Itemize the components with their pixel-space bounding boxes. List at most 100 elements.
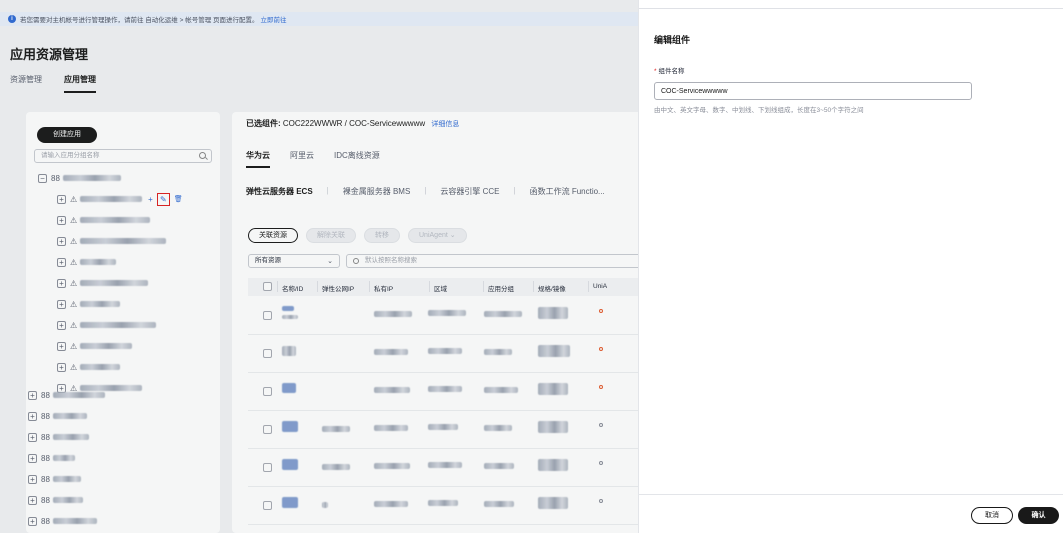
resource-name-link[interactable] <box>282 383 296 393</box>
tab-cce[interactable]: 云容器引擎 CCE <box>440 186 499 197</box>
expand-icon[interactable]: + <box>57 320 66 330</box>
divider: | <box>513 186 516 195</box>
expand-icon[interactable]: + <box>57 278 66 288</box>
expand-icon[interactable]: + <box>57 362 66 372</box>
service-tabs: 弹性云服务器 ECS | 裸金属服务器 BMS | 云容器引擎 CCE | 函数… <box>246 186 605 197</box>
expand-icon[interactable]: + <box>57 194 66 204</box>
table-row[interactable] <box>248 336 638 373</box>
tree-node-app[interactable]: + ⚠ <box>57 276 149 290</box>
component-name-input[interactable] <box>654 82 972 100</box>
tab-aliyun[interactable]: 阿里云 <box>290 150 314 161</box>
expand-icon[interactable]: + <box>28 495 37 505</box>
tab-functiongraph[interactable]: 函数工作流 Functio... <box>530 186 605 197</box>
expand-icon[interactable]: + <box>57 215 66 225</box>
tab-idc-offline[interactable]: IDC离线资源 <box>334 150 380 161</box>
node-label-redacted <box>80 343 133 349</box>
table-row[interactable] <box>248 298 638 335</box>
notice-link[interactable]: 立即前往 <box>261 14 287 24</box>
app-icon: ⚠ <box>70 341 78 351</box>
tree-node-app[interactable]: + ⚠ <box>57 339 133 353</box>
node-label-redacted <box>80 196 143 202</box>
node-label-redacted <box>80 322 157 328</box>
node-label-redacted <box>62 175 121 181</box>
group-icon: 88 <box>41 390 50 400</box>
detail-link[interactable]: 详细信息 <box>431 121 459 128</box>
expand-icon[interactable]: + <box>57 299 66 309</box>
expand-icon[interactable]: + <box>28 453 37 463</box>
resource-search-input[interactable]: 默认按照名称搜索 <box>346 254 638 268</box>
transfer-button[interactable]: 转移 <box>364 228 400 243</box>
delete-icon[interactable]: 🗑 <box>174 195 183 203</box>
expand-icon[interactable]: + <box>28 432 37 442</box>
group-icon: 88 <box>41 474 50 484</box>
app-group-search-input[interactable]: 请输入应用分组名称 <box>34 149 212 163</box>
tree-node-group[interactable]: + 88 <box>28 493 83 507</box>
expand-icon[interactable]: + <box>57 341 66 351</box>
confirm-button[interactable]: 确认 <box>1018 507 1059 524</box>
disassociate-button[interactable]: 解除关联 <box>306 228 356 243</box>
edit-icon[interactable]: ✎ <box>156 192 170 206</box>
row-checkbox[interactable] <box>263 387 272 396</box>
notice-banner: i 若您需要对主机帐号进行管理操作，请前往 自动化运维 > 帐号管理 页面进行配… <box>0 12 638 26</box>
private-ip-redacted <box>374 387 410 393</box>
row-checkbox[interactable] <box>263 501 272 510</box>
create-app-button[interactable]: 创建应用 <box>37 127 97 143</box>
expand-icon[interactable]: + <box>57 257 66 267</box>
tree-node-group[interactable]: + 88 <box>28 451 75 465</box>
tab-app-management[interactable]: 应用管理 <box>64 74 96 93</box>
tree-node-group[interactable]: − 88 <box>38 171 121 185</box>
tree-node-group[interactable]: + 88 <box>28 472 81 486</box>
tab-resource-management[interactable]: 资源管理 <box>10 74 42 85</box>
table-row[interactable] <box>248 488 638 525</box>
collapse-icon[interactable]: − <box>38 173 47 183</box>
table-row[interactable] <box>248 374 638 411</box>
tab-ecs[interactable]: 弹性云服务器 ECS <box>246 186 313 197</box>
tree-node-group[interactable]: + 88 <box>28 409 87 423</box>
resource-name-link[interactable] <box>282 306 294 311</box>
field-label-text: 组件名称 <box>658 68 685 75</box>
tree-node-group[interactable]: + 88 <box>28 388 105 402</box>
uniagent-dropdown[interactable]: UniAgent ⌄ <box>408 228 467 243</box>
expand-icon[interactable]: + <box>57 236 66 246</box>
row-checkbox[interactable] <box>263 463 272 472</box>
group-icon: 88 <box>41 495 50 505</box>
resource-id-redacted <box>282 315 298 319</box>
col-uniagent: UniA <box>587 281 608 292</box>
tab-bms[interactable]: 裸金属服务器 BMS <box>343 186 411 197</box>
select-all-checkbox[interactable] <box>263 282 272 291</box>
add-icon[interactable]: + <box>148 195 153 204</box>
tree-node-group[interactable]: + 88 <box>28 430 89 444</box>
tree-node-app[interactable]: + ⚠ <box>57 360 121 374</box>
resource-filter-select[interactable]: 所有资源 ⌄ <box>248 254 340 268</box>
expand-icon[interactable]: + <box>28 474 37 484</box>
resource-name-link[interactable] <box>282 346 296 356</box>
table-row[interactable] <box>248 412 638 449</box>
row-actions: + ✎ 🗑 <box>148 192 183 206</box>
table-row[interactable] <box>248 450 638 487</box>
required-mark: * <box>654 68 657 75</box>
expand-icon[interactable]: + <box>28 516 37 526</box>
row-checkbox[interactable] <box>263 311 272 320</box>
tree-node-app[interactable]: + ⚠ <box>57 213 151 227</box>
node-label-redacted <box>80 259 117 265</box>
tree-node-app[interactable]: + ⚠ <box>57 234 167 248</box>
associate-resource-button[interactable]: 关联资源 <box>248 228 298 243</box>
expand-icon[interactable]: + <box>28 411 37 421</box>
tab-huawei-cloud[interactable]: 华为云 <box>246 150 270 168</box>
row-checkbox[interactable] <box>263 349 272 358</box>
cancel-button[interactable]: 取消 <box>971 507 1013 524</box>
search-icon[interactable] <box>199 152 206 159</box>
tree-node-app[interactable]: + ⚠ <box>57 318 157 332</box>
app-group-redacted <box>484 501 514 507</box>
resource-name-link[interactable] <box>282 459 298 470</box>
tree-node-group[interactable]: + 88 <box>28 514 97 528</box>
expand-icon[interactable]: + <box>28 390 37 400</box>
tree-node-app[interactable]: + ⚠ <box>57 255 117 269</box>
tree-node-app[interactable]: + ⚠ + ✎ 🗑 <box>57 192 183 206</box>
tree-node-app[interactable]: + ⚠ <box>57 297 121 311</box>
resource-name-link[interactable] <box>282 497 298 508</box>
app-icon: ⚠ <box>70 278 78 288</box>
resource-name-link[interactable] <box>282 421 298 432</box>
region-redacted <box>428 386 462 392</box>
row-checkbox[interactable] <box>263 425 272 434</box>
